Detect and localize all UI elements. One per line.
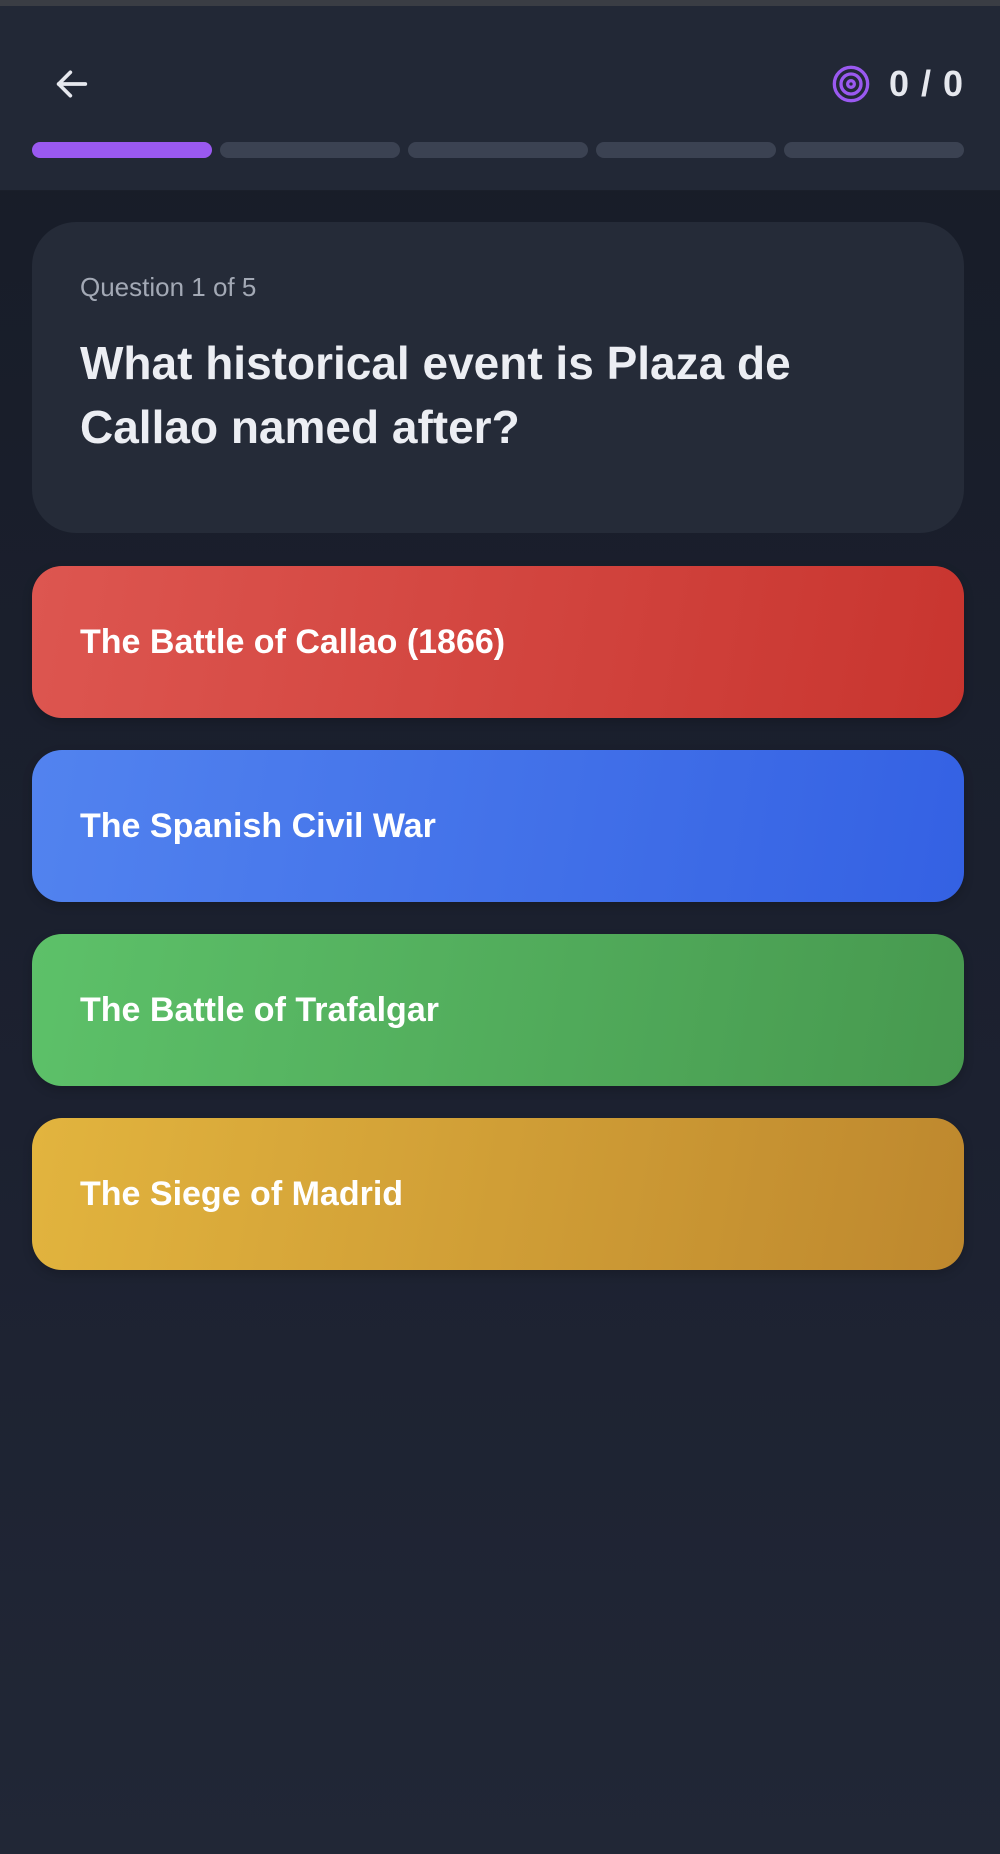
target-icon bbox=[832, 65, 870, 103]
progress-segment bbox=[408, 142, 588, 158]
answer-option-b[interactable]: The Spanish Civil War bbox=[32, 750, 964, 902]
question-counter: Question 1 of 5 bbox=[80, 272, 257, 302]
answer-option-d[interactable]: The Siege of Madrid bbox=[32, 1118, 964, 1270]
answer-option-c[interactable]: The Battle of Trafalgar bbox=[32, 934, 964, 1086]
progress-segment bbox=[596, 142, 776, 158]
progress-segment bbox=[784, 142, 964, 158]
question-progress-bar bbox=[32, 142, 964, 158]
question-text: What historical event is Plaza de Callao… bbox=[80, 337, 791, 453]
back-button[interactable] bbox=[44, 56, 100, 112]
arrow-left-icon bbox=[56, 70, 88, 98]
progress-segment bbox=[220, 142, 400, 158]
quiz-header: 0 / 0 bbox=[0, 6, 1000, 191]
score-display: 0 / 0 bbox=[831, 58, 964, 110]
score-text: 0 / 0 bbox=[888, 63, 964, 104]
answer-option-a[interactable]: The Battle of Callao (1866) bbox=[32, 566, 964, 718]
progress-segment bbox=[32, 142, 212, 158]
question-card: Question 1 of 5 What historical event is… bbox=[32, 222, 964, 533]
